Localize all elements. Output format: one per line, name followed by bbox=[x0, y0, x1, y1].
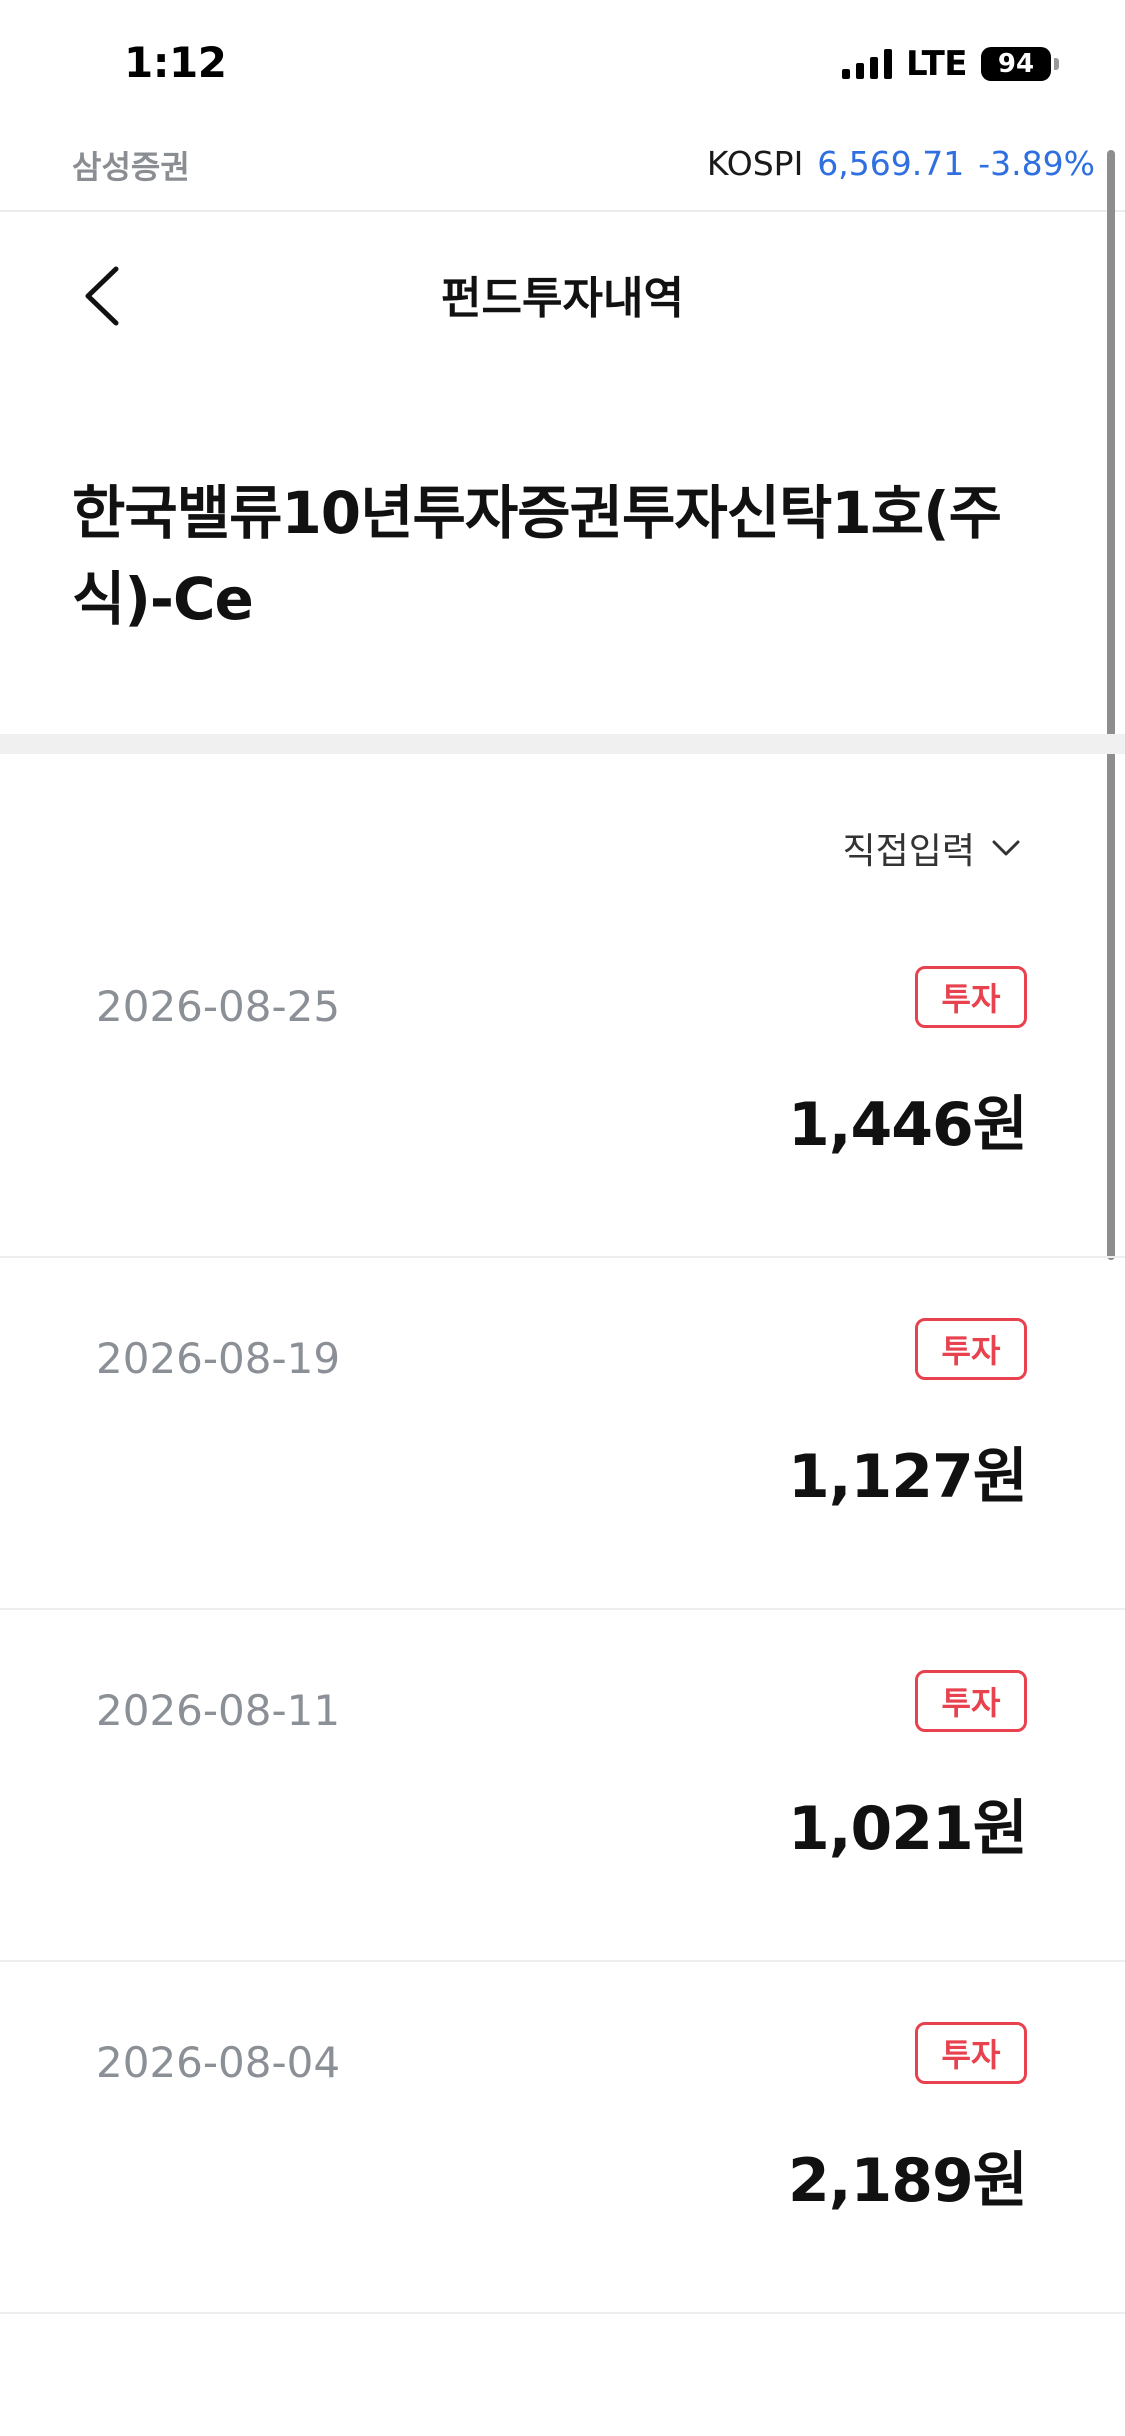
record-type-badge: 투자 bbox=[915, 1318, 1027, 1380]
record-date: 2026-08-25 bbox=[96, 982, 341, 1031]
battery-level: 94 bbox=[997, 49, 1035, 79]
nav-bar: 펀드투자내역 bbox=[0, 214, 1125, 374]
record-item[interactable]: 2026-08-11 투자 1,021원 bbox=[0, 1610, 1125, 1962]
record-item[interactable]: 2026-08-19 투자 1,127원 bbox=[0, 1258, 1125, 1610]
page-title: 펀드투자내역 bbox=[441, 273, 684, 324]
market-index[interactable]: KOSPI 6,569.71 -3.89% bbox=[707, 144, 1095, 183]
broker-name: 삼성증권 bbox=[72, 148, 190, 186]
index-value: 6,569.71 bbox=[817, 144, 965, 183]
broker-bar: 삼성증권 KOSPI 6,569.71 -3.89% bbox=[0, 130, 1125, 212]
chevron-down-icon bbox=[992, 840, 1020, 856]
record-type-badge: 투자 bbox=[915, 966, 1027, 1028]
record-date: 2026-08-11 bbox=[96, 1686, 341, 1735]
battery-icon: 94 bbox=[981, 47, 1059, 81]
page: 1:12 LTE 94 삼성증권 KOSPI 6,569.71 -3.89% 펀… bbox=[0, 0, 1125, 2436]
status-time: 1:12 bbox=[124, 38, 227, 87]
record-amount: 2,189원 bbox=[788, 2146, 1028, 2216]
record-date: 2026-08-04 bbox=[96, 2038, 341, 2087]
period-filter-dropdown[interactable]: 직접입력 bbox=[843, 822, 1021, 874]
record-amount: 1,446원 bbox=[788, 1090, 1028, 1160]
fund-name: 한국밸류10년투자증권투자신탁1호(주식)-Ce bbox=[72, 479, 1002, 633]
status-indicators: LTE 94 bbox=[842, 44, 1059, 84]
record-amount: 1,127원 bbox=[788, 1442, 1028, 1512]
index-name: KOSPI bbox=[706, 144, 804, 183]
record-type-badge: 투자 bbox=[915, 1670, 1027, 1732]
record-item[interactable]: 2026-08-04 투자 2,189원 bbox=[0, 1962, 1125, 2314]
section-divider bbox=[0, 734, 1125, 754]
record-type-badge: 투자 bbox=[915, 2022, 1027, 2084]
status-bar: 1:12 LTE 94 bbox=[0, 0, 1125, 130]
signal-icon bbox=[842, 49, 893, 79]
network-label: LTE bbox=[906, 44, 967, 84]
record-item[interactable]: 2026-08-25 투자 1,446원 bbox=[0, 906, 1125, 1258]
index-change: -3.89% bbox=[978, 144, 1095, 183]
record-amount: 1,021원 bbox=[788, 1794, 1028, 1864]
record-date: 2026-08-19 bbox=[96, 1334, 341, 1383]
filter-label: 직접입력 bbox=[842, 831, 975, 872]
